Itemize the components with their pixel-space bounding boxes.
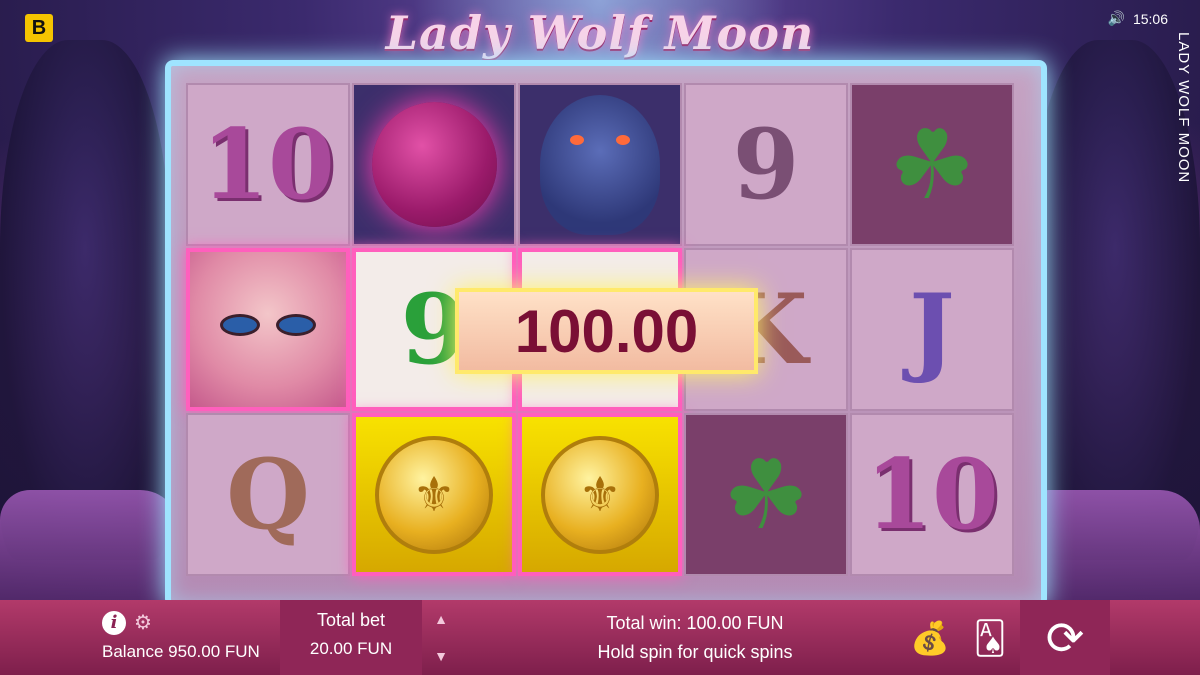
reel-3-row-3: ⚜: [518, 413, 682, 576]
total-bet-value: 20.00 FUN: [309, 639, 393, 658]
total-win-label: Total win:: [606, 613, 682, 633]
reel-1-row-2: [186, 248, 350, 411]
lady-symbol: [190, 252, 346, 407]
reel-1-row-1: 10: [186, 83, 350, 246]
symbol-jack: J: [909, 273, 955, 386]
reel-1-row-3: Q: [186, 413, 350, 576]
clover-symbol: ☘: [888, 111, 976, 219]
symbol-ten: 10: [201, 108, 335, 221]
symbol-queen: Q: [226, 438, 310, 551]
wolf-symbol: [540, 94, 660, 235]
win-info: Total win: 100.00 FUN Hold spin for quic…: [520, 600, 870, 675]
reel-4-row-3: ☘: [684, 413, 848, 576]
symbol-ten: 10: [865, 438, 999, 551]
reel-5-row-2: J: [850, 248, 1014, 411]
action-buttons: 💰 🂡 ⟳: [900, 600, 1110, 675]
reel-2-row-3: ⚜: [352, 413, 516, 576]
cards-icon[interactable]: 🂡: [960, 600, 1020, 675]
rocks-left: [0, 490, 180, 600]
total-win-value: 100.00 FUN: [686, 613, 784, 633]
tree-left: [0, 40, 170, 560]
clover-symbol: ☘: [722, 441, 810, 549]
balance-section: i ⚙ Balance 950.00 FUN: [90, 600, 280, 675]
status-area: 🔊 15:06: [1108, 10, 1168, 27]
money-bag-icon[interactable]: 💰: [900, 600, 960, 675]
game-title: Lady Wolf Moon: [385, 6, 815, 60]
bet-decrease-icon[interactable]: ▼: [434, 648, 448, 664]
reel-2-row-1: [352, 83, 516, 246]
speaker-icon[interactable]: 🔊: [1108, 10, 1125, 27]
reel-4-row-1: 9: [684, 83, 848, 246]
total-win: Total win: 100.00 FUN: [520, 613, 870, 634]
total-bet-section: Total bet 20.00 FUN: [280, 600, 422, 675]
balance: Balance 950.00 FUN: [102, 642, 260, 662]
gear-icon[interactable]: ⚙: [134, 610, 152, 635]
vertical-game-title: LADY WOLF MOON: [1175, 32, 1192, 184]
balance-value: 950.00 FUN: [168, 642, 260, 661]
bottom-bar: i ⚙ Balance 950.00 FUN Total bet 20.00 F…: [0, 600, 1200, 675]
info-icon[interactable]: i: [102, 610, 126, 635]
win-popup: 100.00: [455, 288, 758, 374]
symbol-nine: 9: [732, 108, 800, 221]
rocks-right: [1020, 490, 1200, 600]
spin-hint: Hold spin for quick spins: [597, 642, 793, 662]
balance-label: Balance: [102, 642, 164, 661]
win-amount: 100.00: [514, 297, 699, 365]
spin-button[interactable]: ⟳: [1020, 600, 1110, 675]
bet-stepper: ▲ ▼: [425, 600, 457, 675]
gold-coin-symbol: ⚜: [541, 435, 659, 554]
reel-5-row-1: ☘: [850, 83, 1014, 246]
reel-3-row-1: [518, 83, 682, 246]
reel-5-row-3: 10: [850, 413, 1014, 576]
gold-coin-symbol: ⚜: [375, 435, 493, 554]
moon-sphere-symbol: [371, 102, 497, 227]
bet-increase-icon[interactable]: ▲: [434, 611, 448, 627]
total-bet-label: Total bet: [316, 610, 386, 630]
clock: 15:06: [1132, 10, 1168, 27]
